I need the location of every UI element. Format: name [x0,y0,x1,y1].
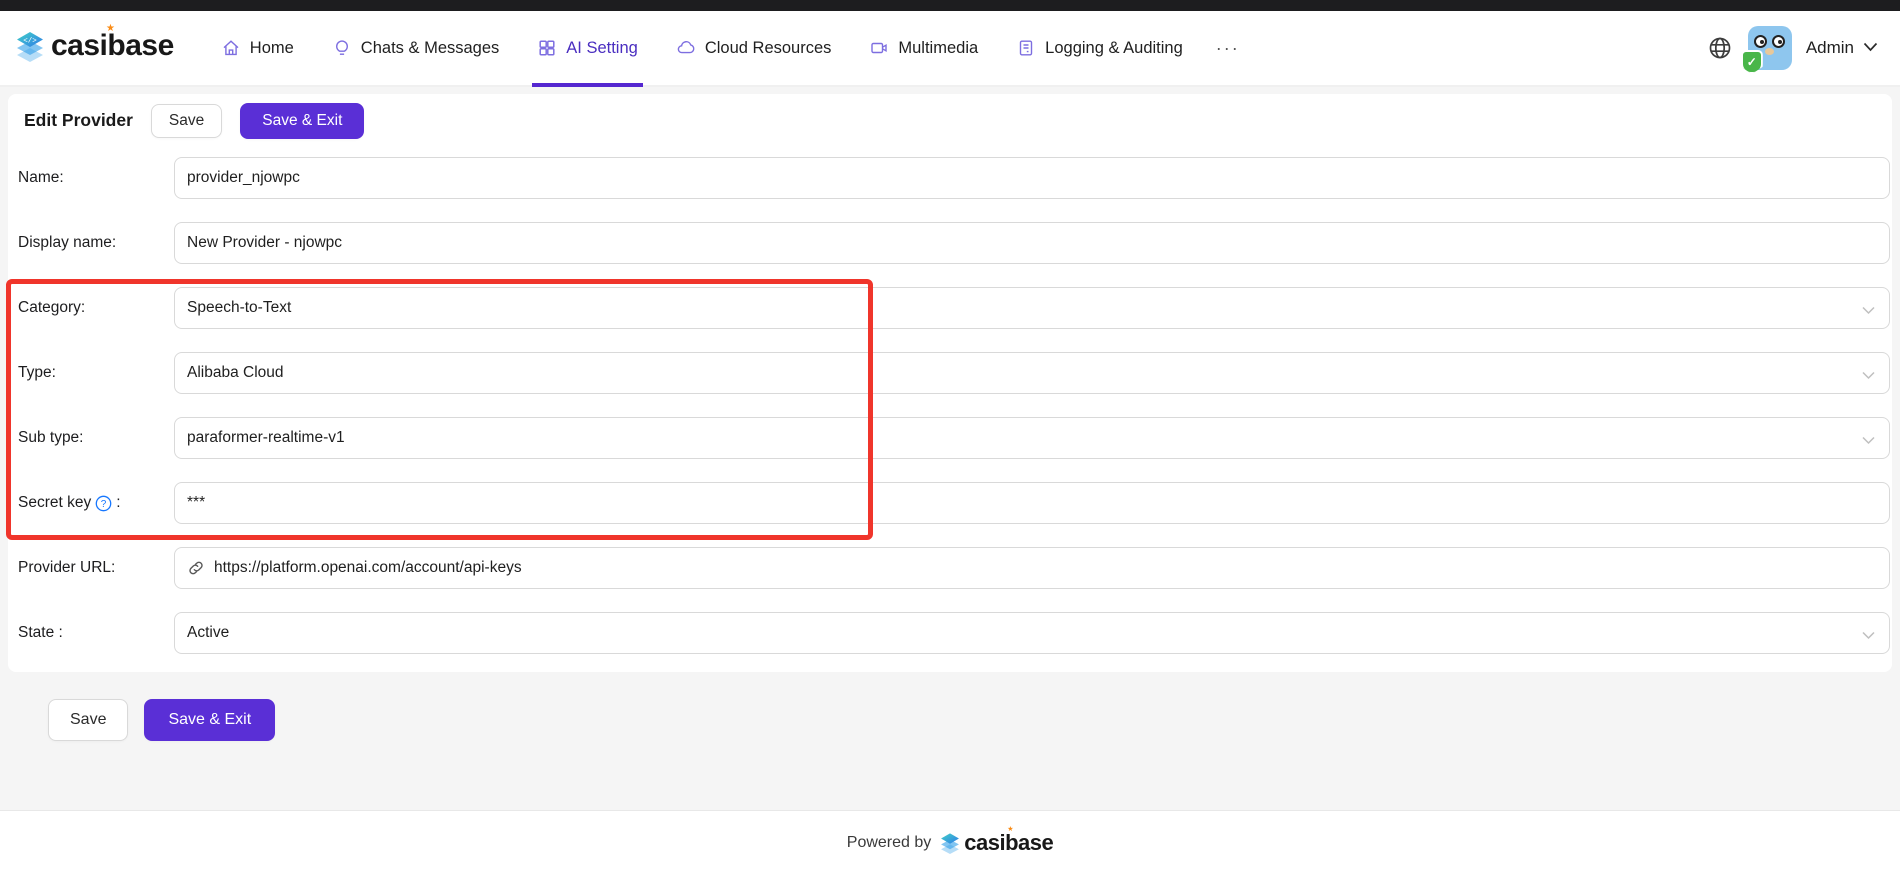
cloud-icon [676,38,696,58]
casibase-logo-text: casibase [51,29,174,62]
nav-item-cloud-resources[interactable]: Cloud Resources [657,11,851,85]
type-select[interactable]: Alibaba Cloud [174,352,1890,394]
secret-key-input[interactable] [174,482,1890,524]
provider-form: Name: Display name: Category: Speech-to-… [8,140,1892,654]
form-row-sub-type: Sub type: paraformer-realtime-v1 [18,417,1890,459]
language-globe-icon[interactable] [1706,34,1734,62]
display-name-input[interactable] [174,222,1890,264]
link-icon [187,559,205,577]
nav-item-label: Home [249,38,294,57]
save-exit-button-top[interactable]: Save & Exit [240,102,365,139]
save-exit-button-bottom[interactable]: Save & Exit [144,699,276,741]
bulb-icon [332,38,352,58]
bottom-actions: Save Save & Exit [48,699,276,741]
casibase-logo[interactable]: </> casibase ★ [14,23,174,67]
page-title: Edit Provider [24,110,133,130]
footer-casibase-logo[interactable]: casibase ★ [939,826,1054,856]
type-selected-value: Alibaba Cloud [187,364,284,381]
display-name-input-value[interactable] [187,234,1877,252]
save-button-bottom[interactable]: Save [48,699,129,741]
display-name-label: Display name: [18,234,117,251]
select-chevron-icon [1862,627,1875,645]
secret-key-input-value[interactable] [187,494,1877,512]
nav-item-multimedia[interactable]: Multimedia [850,11,997,85]
nav-item-logging-auditing[interactable]: Logging & Auditing [997,11,1202,85]
app-header: </> casibase ★ Home Chats & Messages AI … [0,11,1900,87]
sub-type-label: Sub type: [18,429,84,446]
nav-item-label: Chats & Messages [360,38,500,57]
appstore-grid-icon [537,38,557,58]
casibase-logo-icon: </> [14,30,46,67]
footer-logo-text: casibase [964,830,1054,855]
category-select[interactable]: Speech-to-Text [174,287,1890,329]
name-input[interactable] [174,157,1890,199]
provider-url-input-value[interactable] [214,559,1877,577]
form-row-state: State : Active [18,612,1890,654]
form-row-secret-key: Secret key ? : [18,482,1890,524]
secret-key-label-colon: : [116,494,121,511]
svg-text:?: ? [101,499,107,510]
category-label: Category: [18,299,86,316]
edit-provider-panel: Edit Provider Save Save & Exit Name: Dis… [8,94,1892,672]
nav-item-label: Multimedia [898,38,979,57]
state-selected-value: Active [187,624,230,641]
admin-menu[interactable]: Admin [1806,38,1878,58]
toolbar: Edit Provider Save Save & Exit [8,94,1892,140]
svg-text:</>: </> [23,37,37,45]
nav-item-label: Logging & Auditing [1045,38,1183,57]
name-input-value[interactable] [187,169,1877,187]
avatar-eye [1771,35,1785,48]
window-top-bar [0,0,1900,11]
sub-type-selected-value: paraformer-realtime-v1 [187,429,345,446]
audit-icon [1016,38,1036,58]
select-chevron-icon [1862,367,1875,385]
main-nav: Home Chats & Messages AI Setting Cloud R… [202,11,1254,87]
avatar[interactable]: ✓ [1740,26,1792,74]
nav-item-chats-messages[interactable]: Chats & Messages [313,11,518,85]
avatar-eye [1753,35,1767,48]
nav-item-ai-setting[interactable]: AI Setting [518,11,657,87]
secret-key-label: Secret key ? : [18,494,174,512]
header-right-cluster: ✓ Admin [1706,26,1878,74]
form-row-category: Category: Speech-to-Text [18,287,1890,329]
secret-key-label-text: Secret key [18,494,92,511]
admin-username: Admin [1805,38,1854,57]
home-icon [221,38,241,58]
select-chevron-icon [1862,432,1875,450]
select-chevron-icon [1862,302,1875,320]
form-row-type: Type: Alibaba Cloud [18,352,1890,394]
state-label: State : [18,624,63,641]
sub-type-select[interactable]: paraformer-realtime-v1 [174,417,1890,459]
form-row-provider-url: Provider URL: [18,547,1890,589]
provider-url-input[interactable] [174,547,1890,589]
nav-item-label: ··· [1215,37,1240,58]
name-label: Name: [18,169,64,186]
nav-overflow-ellipsis[interactable]: ··· [1202,11,1254,85]
avatar-snout [1764,48,1774,55]
shield-check-icon: ✓ [1740,50,1763,74]
help-question-icon[interactable]: ? [95,495,112,512]
provider-url-label: Provider URL: [18,559,116,576]
form-row-display-name: Display name: [18,222,1890,264]
powered-by-text: Powered by [846,834,932,851]
footer-logo-star-icon: ★ [1007,826,1014,833]
nav-item-label: AI Setting [566,38,638,57]
form-row-name: Name: [18,157,1890,199]
save-button-top[interactable]: Save [150,103,223,138]
chevron-down-icon [1863,39,1878,57]
footer: Powered by casibase ★ [0,810,1900,875]
category-selected-value: Speech-to-Text [187,299,292,316]
video-camera-icon [869,38,889,58]
state-select[interactable]: Active [174,612,1890,654]
nav-item-label: Cloud Resources [704,38,832,57]
footer-logo-icon [941,833,960,854]
type-label: Type: [18,364,56,381]
nav-item-home[interactable]: Home [202,11,313,85]
logo-star-icon: ★ [106,22,115,34]
